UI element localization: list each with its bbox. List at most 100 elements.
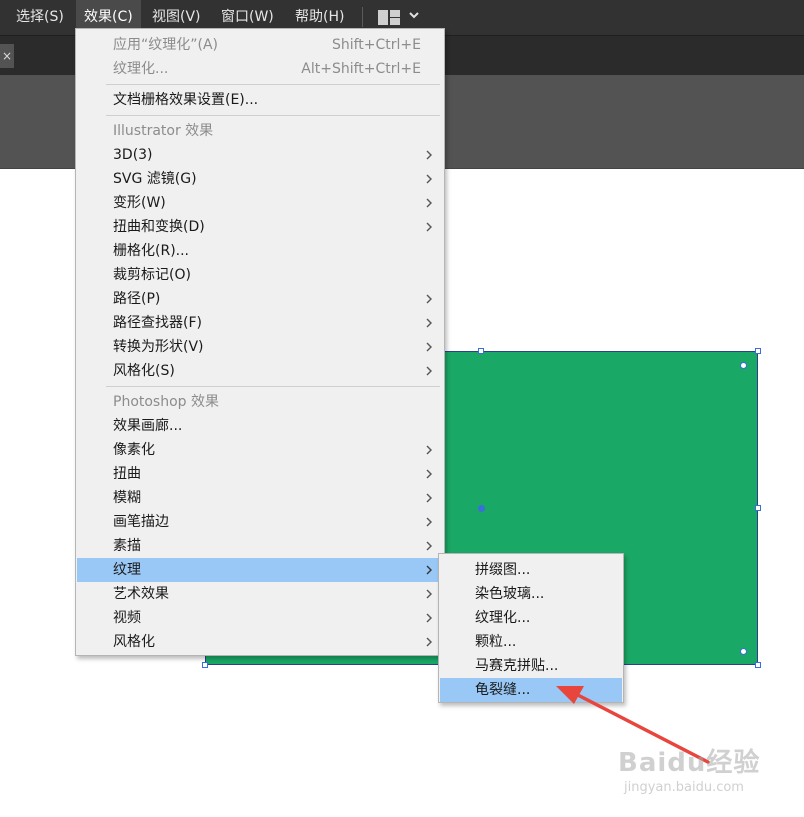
menu-item-label: 风格化: [113, 634, 155, 650]
menu-item-texture[interactable]: 纹理: [77, 558, 443, 582]
layout-icon-part: [390, 10, 400, 17]
watermark-url: jingyan.baidu.com: [624, 780, 744, 795]
chevron-down-icon: [409, 12, 419, 19]
menu-item-label: 素描: [113, 538, 141, 554]
menu-item-shortcut: Shift+Ctrl+E: [331, 37, 421, 53]
chevron-right-icon: [426, 565, 432, 575]
center-point-marker: [478, 505, 485, 512]
submenu-item-patchwork[interactable]: 拼缀图...: [440, 558, 622, 582]
close-icon[interactable]: ×: [0, 44, 14, 68]
chevron-right-icon: [426, 445, 432, 455]
selection-handle[interactable]: [755, 505, 761, 511]
layout-icon-part: [390, 18, 400, 25]
menu-item-effect-gallery[interactable]: 效果画廊...: [77, 414, 443, 438]
menu-item-brush-strokes[interactable]: 画笔描边: [77, 510, 443, 534]
menu-item-video[interactable]: 视频: [77, 606, 443, 630]
chevron-right-icon: [426, 613, 432, 623]
menu-item-pixelate[interactable]: 像素化: [77, 438, 443, 462]
menu-item-blur[interactable]: 模糊: [77, 486, 443, 510]
menu-item-crop-marks[interactable]: 裁剪标记(O): [77, 263, 443, 287]
menu-item-stylize-photoshop[interactable]: 风格化: [77, 630, 443, 654]
menu-item-pathfinder[interactable]: 路径查找器(F): [77, 311, 443, 335]
menu-item-label: 栅格化(R)...: [113, 243, 190, 259]
menu-item-convert-to-shape[interactable]: 转换为形状(V): [77, 335, 443, 359]
menu-item-label: 艺术效果: [113, 586, 169, 602]
baidu-watermark: Baidu经验 jingyan.baidu.com: [618, 742, 768, 802]
menu-item-document-raster-settings[interactable]: 文档栅格效果设置(E)...: [77, 88, 443, 112]
selection-handle[interactable]: [478, 348, 484, 354]
chevron-right-icon: [426, 493, 432, 503]
illustrator-effects-header: Illustrator 效果: [77, 119, 443, 143]
menu-item-label: 龟裂缝...: [475, 682, 531, 698]
menu-item-label: 文档栅格效果设置(E)...: [113, 92, 259, 108]
section-header-label: Photoshop 效果: [113, 394, 220, 410]
menu-item-rasterize[interactable]: 栅格化(R)...: [77, 239, 443, 263]
layout-icon: [378, 10, 388, 25]
menu-item-label: 应用“纹理化”(A): [113, 37, 219, 53]
menu-item-label: 路径查找器(F): [113, 315, 202, 331]
chevron-right-icon: [426, 637, 432, 647]
menu-item-label: SVG 滤镜(G): [113, 171, 197, 187]
menu-item-3d[interactable]: 3D(3): [77, 143, 443, 167]
chevron-right-icon: [426, 541, 432, 551]
menu-divider: [106, 84, 440, 85]
menu-item-label: 效果画廊...: [113, 418, 183, 434]
menu-item-label: 模糊: [113, 490, 141, 506]
menu-item-label: 纹理化...: [475, 610, 531, 626]
menu-item-label: 转换为形状(V): [113, 339, 204, 355]
menu-item-label: 裁剪标记(O): [113, 267, 191, 283]
chevron-right-icon: [426, 174, 432, 184]
menu-item-shortcut: Alt+Shift+Ctrl+E: [301, 61, 421, 77]
menu-item-label: 染色玻璃...: [475, 586, 545, 602]
effect-menu: 应用“纹理化”(A) Shift+Ctrl+E 纹理化... Alt+Shift…: [75, 28, 445, 656]
menu-item-svg-filters[interactable]: SVG 滤镜(G): [77, 167, 443, 191]
corner-radius-widget[interactable]: [740, 648, 747, 655]
selection-handle[interactable]: [202, 662, 208, 668]
menu-item-sketch[interactable]: 素描: [77, 534, 443, 558]
watermark-logo-text: Baidu经验: [618, 748, 761, 778]
submenu-item-grain[interactable]: 颗粒...: [440, 630, 622, 654]
menu-item-label: 颗粒...: [475, 634, 517, 650]
menu-item-artistic[interactable]: 艺术效果: [77, 582, 443, 606]
menu-item-label: 像素化: [113, 442, 155, 458]
chevron-right-icon: [426, 198, 432, 208]
chevron-right-icon: [426, 342, 432, 352]
selection-handle[interactable]: [755, 348, 761, 354]
menubar-separator: [362, 7, 363, 27]
chevron-right-icon: [426, 222, 432, 232]
menu-item-label: 3D(3): [113, 147, 153, 163]
menu-item-label: 拼缀图...: [475, 562, 531, 578]
menu-item-warp[interactable]: 变形(W): [77, 191, 443, 215]
submenu-item-texturizer[interactable]: 纹理化...: [440, 606, 622, 630]
menu-item-distort-transform[interactable]: 扭曲和变换(D): [77, 215, 443, 239]
menu-item-label: 风格化(S): [113, 363, 175, 379]
chevron-right-icon: [426, 318, 432, 328]
selection-handle[interactable]: [755, 662, 761, 668]
chevron-right-icon: [426, 589, 432, 599]
menu-divider: [106, 386, 440, 387]
menu-item-label: 扭曲和变换(D): [113, 219, 205, 235]
section-header-label: Illustrator 效果: [113, 123, 214, 139]
submenu-item-stained-glass[interactable]: 染色玻璃...: [440, 582, 622, 606]
photoshop-effects-header: Photoshop 效果: [77, 390, 443, 414]
menu-item-distort[interactable]: 扭曲: [77, 462, 443, 486]
chevron-right-icon: [426, 469, 432, 479]
menu-item-label: 视频: [113, 610, 141, 626]
workspace-switcher-button[interactable]: [378, 10, 422, 26]
menu-item-stylize-illustrator[interactable]: 风格化(S): [77, 359, 443, 383]
menu-divider: [106, 115, 440, 116]
chevron-right-icon: [426, 517, 432, 527]
chevron-right-icon: [426, 294, 432, 304]
menu-item-label: 扭曲: [113, 466, 141, 482]
corner-radius-widget[interactable]: [740, 362, 747, 369]
menu-item-label: 纹理: [113, 562, 141, 578]
menu-item-last-effect[interactable]: 纹理化... Alt+Shift+Ctrl+E: [77, 57, 443, 81]
menu-item-label: 路径(P): [113, 291, 161, 307]
menu-select[interactable]: 选择(S): [8, 0, 72, 35]
menu-item-label: 画笔描边: [113, 514, 169, 530]
menu-item-apply-last-effect[interactable]: 应用“纹理化”(A) Shift+Ctrl+E: [77, 33, 443, 57]
chevron-right-icon: [426, 366, 432, 376]
menu-item-path[interactable]: 路径(P): [77, 287, 443, 311]
menu-item-label: 变形(W): [113, 195, 166, 211]
chevron-right-icon: [426, 150, 432, 160]
